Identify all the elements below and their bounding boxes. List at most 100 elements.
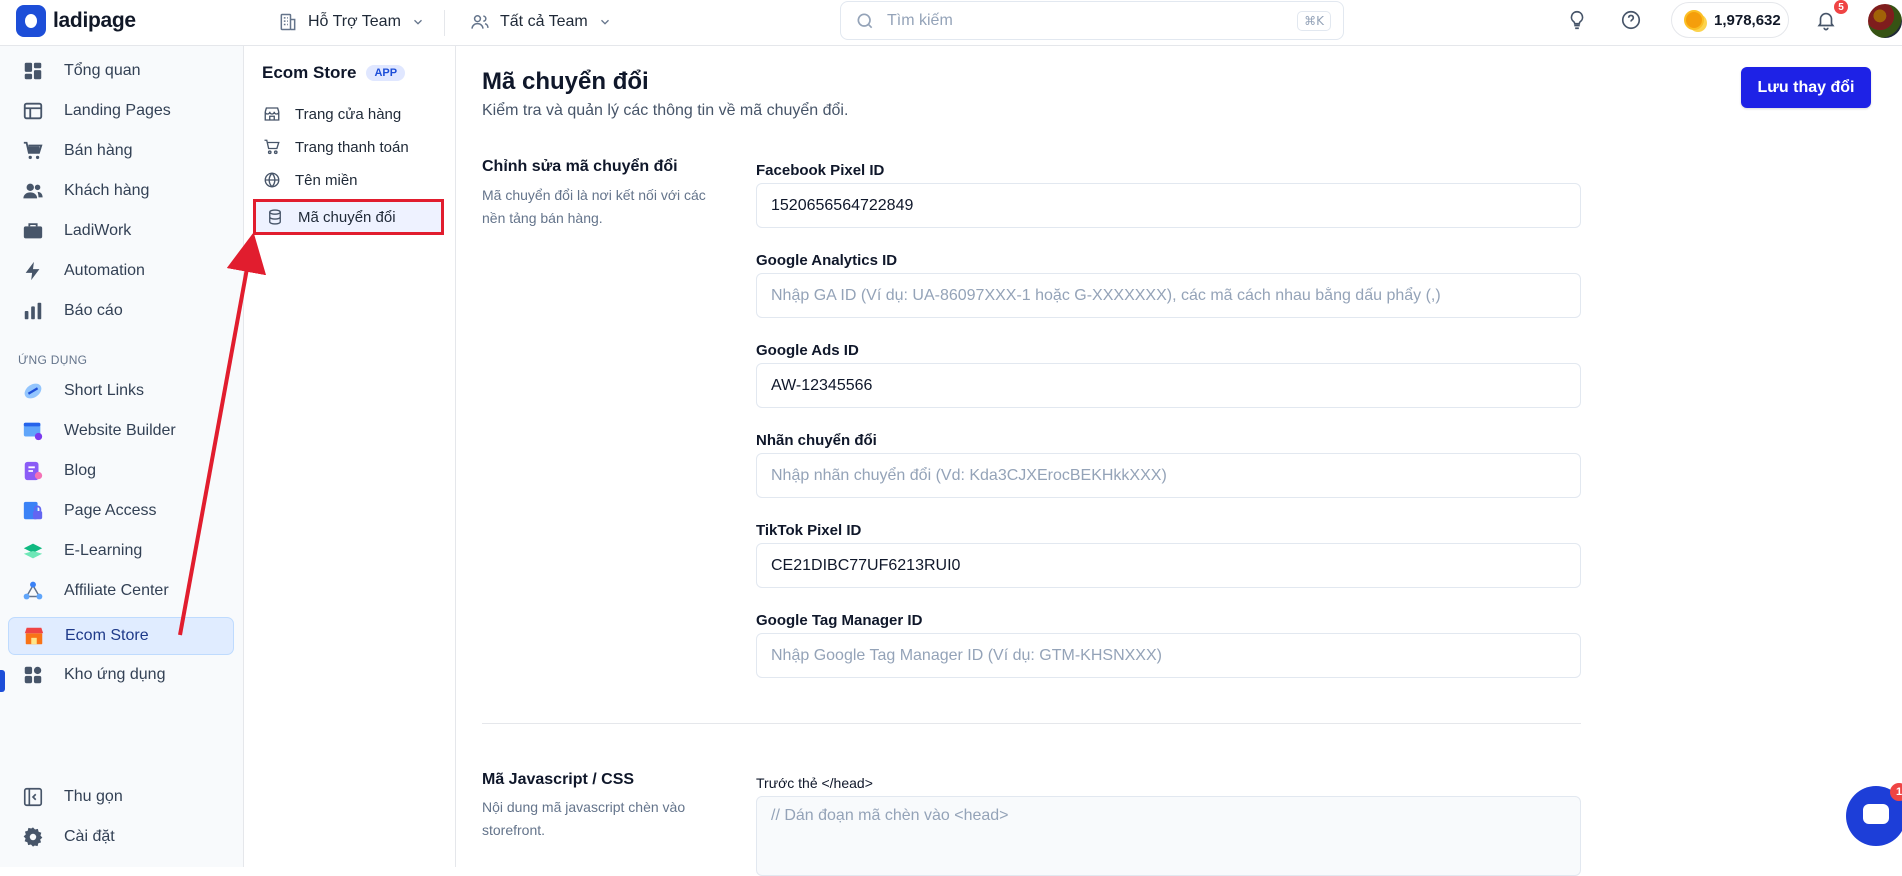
sidebar-item-app-store[interactable]: Kho ứng dụng xyxy=(8,656,234,694)
bolt-icon xyxy=(25,261,40,281)
field-label: TikTok Pixel ID xyxy=(756,522,862,539)
layout-icon xyxy=(23,102,43,120)
cart-icon xyxy=(23,141,43,160)
cart-icon xyxy=(264,139,280,155)
grid-icon xyxy=(24,62,42,80)
credits-badge[interactable]: 1,978,632 xyxy=(1671,2,1789,38)
field-label: Facebook Pixel ID xyxy=(756,162,885,179)
logo-text: ladipage xyxy=(53,9,136,32)
sidebar-item-label: Khách hàng xyxy=(64,182,150,199)
ecom-store-menu: Ecom Store APP Trang cửa hàng Trang than… xyxy=(245,46,456,867)
save-button[interactable]: Lưu thay đổi xyxy=(1741,67,1871,108)
section-description: Mã chuyển đổi là nơi kết nối với các nền… xyxy=(482,187,706,226)
top-bar: ladipage Hỗ Trợ Team Tất cả Team Tìm kiế… xyxy=(0,0,1902,46)
network-icon xyxy=(23,581,43,600)
sidebar: Tổng quan Landing Pages Bán hàng Khách h… xyxy=(0,46,244,867)
chevron-down-icon xyxy=(413,19,422,25)
bar-chart-icon xyxy=(24,302,42,320)
search-icon xyxy=(857,13,873,28)
submenu-item-label: Trang thanh toán xyxy=(295,138,409,156)
users-icon xyxy=(471,15,489,29)
sidebar-item-automation[interactable]: Automation xyxy=(8,252,234,290)
submenu-header: Ecom Store APP xyxy=(262,63,406,83)
submenu-item-label: Tên miền xyxy=(295,171,358,189)
team-filter[interactable]: Tất cả Team xyxy=(470,8,612,36)
submenu-item-checkout[interactable]: Trang thanh toán xyxy=(253,130,445,164)
avatar[interactable] xyxy=(1868,4,1902,38)
sidebar-item-website-builder[interactable]: Website Builder xyxy=(8,412,234,450)
sidebar-item-label: Landing Pages xyxy=(64,102,171,119)
active-indicator xyxy=(0,670,5,692)
section-description: Nội dung mã javascript chèn vào storefro… xyxy=(482,799,686,838)
sidebar-item-e-learning[interactable]: E-Learning xyxy=(8,532,234,570)
lightbulb-icon[interactable] xyxy=(1566,9,1588,31)
sidebar-item-label: Affiliate Center xyxy=(64,582,169,599)
google-ads-input[interactable] xyxy=(756,363,1581,408)
sidebar-item-reports[interactable]: Báo cáo xyxy=(8,292,234,330)
sidebar-item-label: Page Access xyxy=(64,502,157,519)
sidebar-item-label: Bán hàng xyxy=(64,142,133,159)
sidebar-item-landing-pages[interactable]: Landing Pages xyxy=(8,92,234,130)
gtm-input[interactable] xyxy=(756,633,1581,678)
submenu-item-label: Trang cửa hàng xyxy=(295,105,402,123)
sidebar-item-ecom-store[interactable]: Ecom Store xyxy=(8,617,234,655)
conversion-label-input[interactable] xyxy=(756,453,1581,498)
sidebar-item-label: Ecom Store xyxy=(65,627,149,644)
submenu-item-conversion-code[interactable]: Mã chuyển đổi xyxy=(253,199,444,235)
divider xyxy=(444,10,445,36)
sidebar-item-affiliate-center[interactable]: Affiliate Center xyxy=(8,572,234,610)
submenu-item-domain[interactable]: Tên miền xyxy=(253,163,445,197)
collapse-label: Thu gọn xyxy=(64,788,123,805)
submenu-item-storefront[interactable]: Trang cửa hàng xyxy=(253,97,445,131)
building-icon xyxy=(280,13,296,31)
google-analytics-input[interactable] xyxy=(756,273,1581,318)
section-title: Chỉnh sửa mã chuyển đổi xyxy=(482,158,678,175)
lock-icon xyxy=(23,501,43,520)
help-icon[interactable] xyxy=(1620,9,1642,31)
globe-icon xyxy=(264,172,280,188)
search-input[interactable]: Tìm kiếm xyxy=(887,12,1297,30)
sidebar-item-label: Tổng quan xyxy=(64,62,141,79)
chat-badge: 1 xyxy=(1890,783,1902,801)
sidebar-item-sales[interactable]: Bán hàng xyxy=(8,132,234,170)
users-icon xyxy=(23,183,43,199)
sidebar-item-page-access[interactable]: Page Access xyxy=(8,492,234,530)
facebook-pixel-input[interactable] xyxy=(756,183,1581,228)
blog-icon xyxy=(24,461,43,481)
database-icon xyxy=(269,209,281,225)
search-box[interactable]: Tìm kiếm ⌘K xyxy=(840,1,1344,40)
ladipage-logo-icon xyxy=(16,5,46,37)
tiktok-pixel-input[interactable] xyxy=(756,543,1581,588)
field-label: Trước thẻ </head> xyxy=(756,775,873,791)
submenu-title: Ecom Store xyxy=(262,63,357,82)
sidebar-item-overview[interactable]: Tổng quan xyxy=(8,52,234,90)
briefcase-icon xyxy=(23,223,43,239)
sidebar-item-label: Automation xyxy=(64,262,145,279)
chat-widget-button[interactable]: 1 xyxy=(1846,783,1902,846)
field-label: Nhãn chuyển đổi xyxy=(756,432,877,449)
sidebar-item-short-links[interactable]: Short Links xyxy=(8,372,234,410)
collapse-button[interactable]: Thu gọn xyxy=(8,778,234,816)
field-label: Google Tag Manager ID xyxy=(756,612,923,629)
link-icon xyxy=(24,383,42,399)
sidebar-item-ladiwork[interactable]: LadiWork xyxy=(8,212,234,250)
website-icon xyxy=(23,422,43,441)
section-divider xyxy=(482,723,1581,724)
sidebar-item-label: LadiWork xyxy=(64,222,132,239)
submenu-item-label: Mã chuyển đổi xyxy=(298,208,396,226)
sidebar-item-blog[interactable]: Blog xyxy=(8,452,234,490)
main-content: Mã chuyển đổi Kiểm tra và quản lý các th… xyxy=(456,46,1902,876)
settings-button[interactable]: Cài đặt xyxy=(8,818,234,856)
sidebar-item-label: Kho ứng dụng xyxy=(64,666,166,683)
settings-label: Cài đặt xyxy=(64,828,115,845)
team-selector-label: Hỗ Trợ Team xyxy=(308,13,401,30)
logo[interactable]: ladipage xyxy=(16,5,136,37)
app-badge: APP xyxy=(366,65,406,81)
team-selector[interactable]: Hỗ Trợ Team xyxy=(278,8,425,36)
head-code-textarea[interactable] xyxy=(756,796,1581,876)
team-filter-label: Tất cả Team xyxy=(500,13,588,30)
sidebar-item-customers[interactable]: Khách hàng xyxy=(8,172,234,210)
bell-icon[interactable] xyxy=(1815,9,1837,31)
search-shortcut: ⌘K xyxy=(1297,10,1331,31)
notification-badge: 5 xyxy=(1834,0,1848,14)
